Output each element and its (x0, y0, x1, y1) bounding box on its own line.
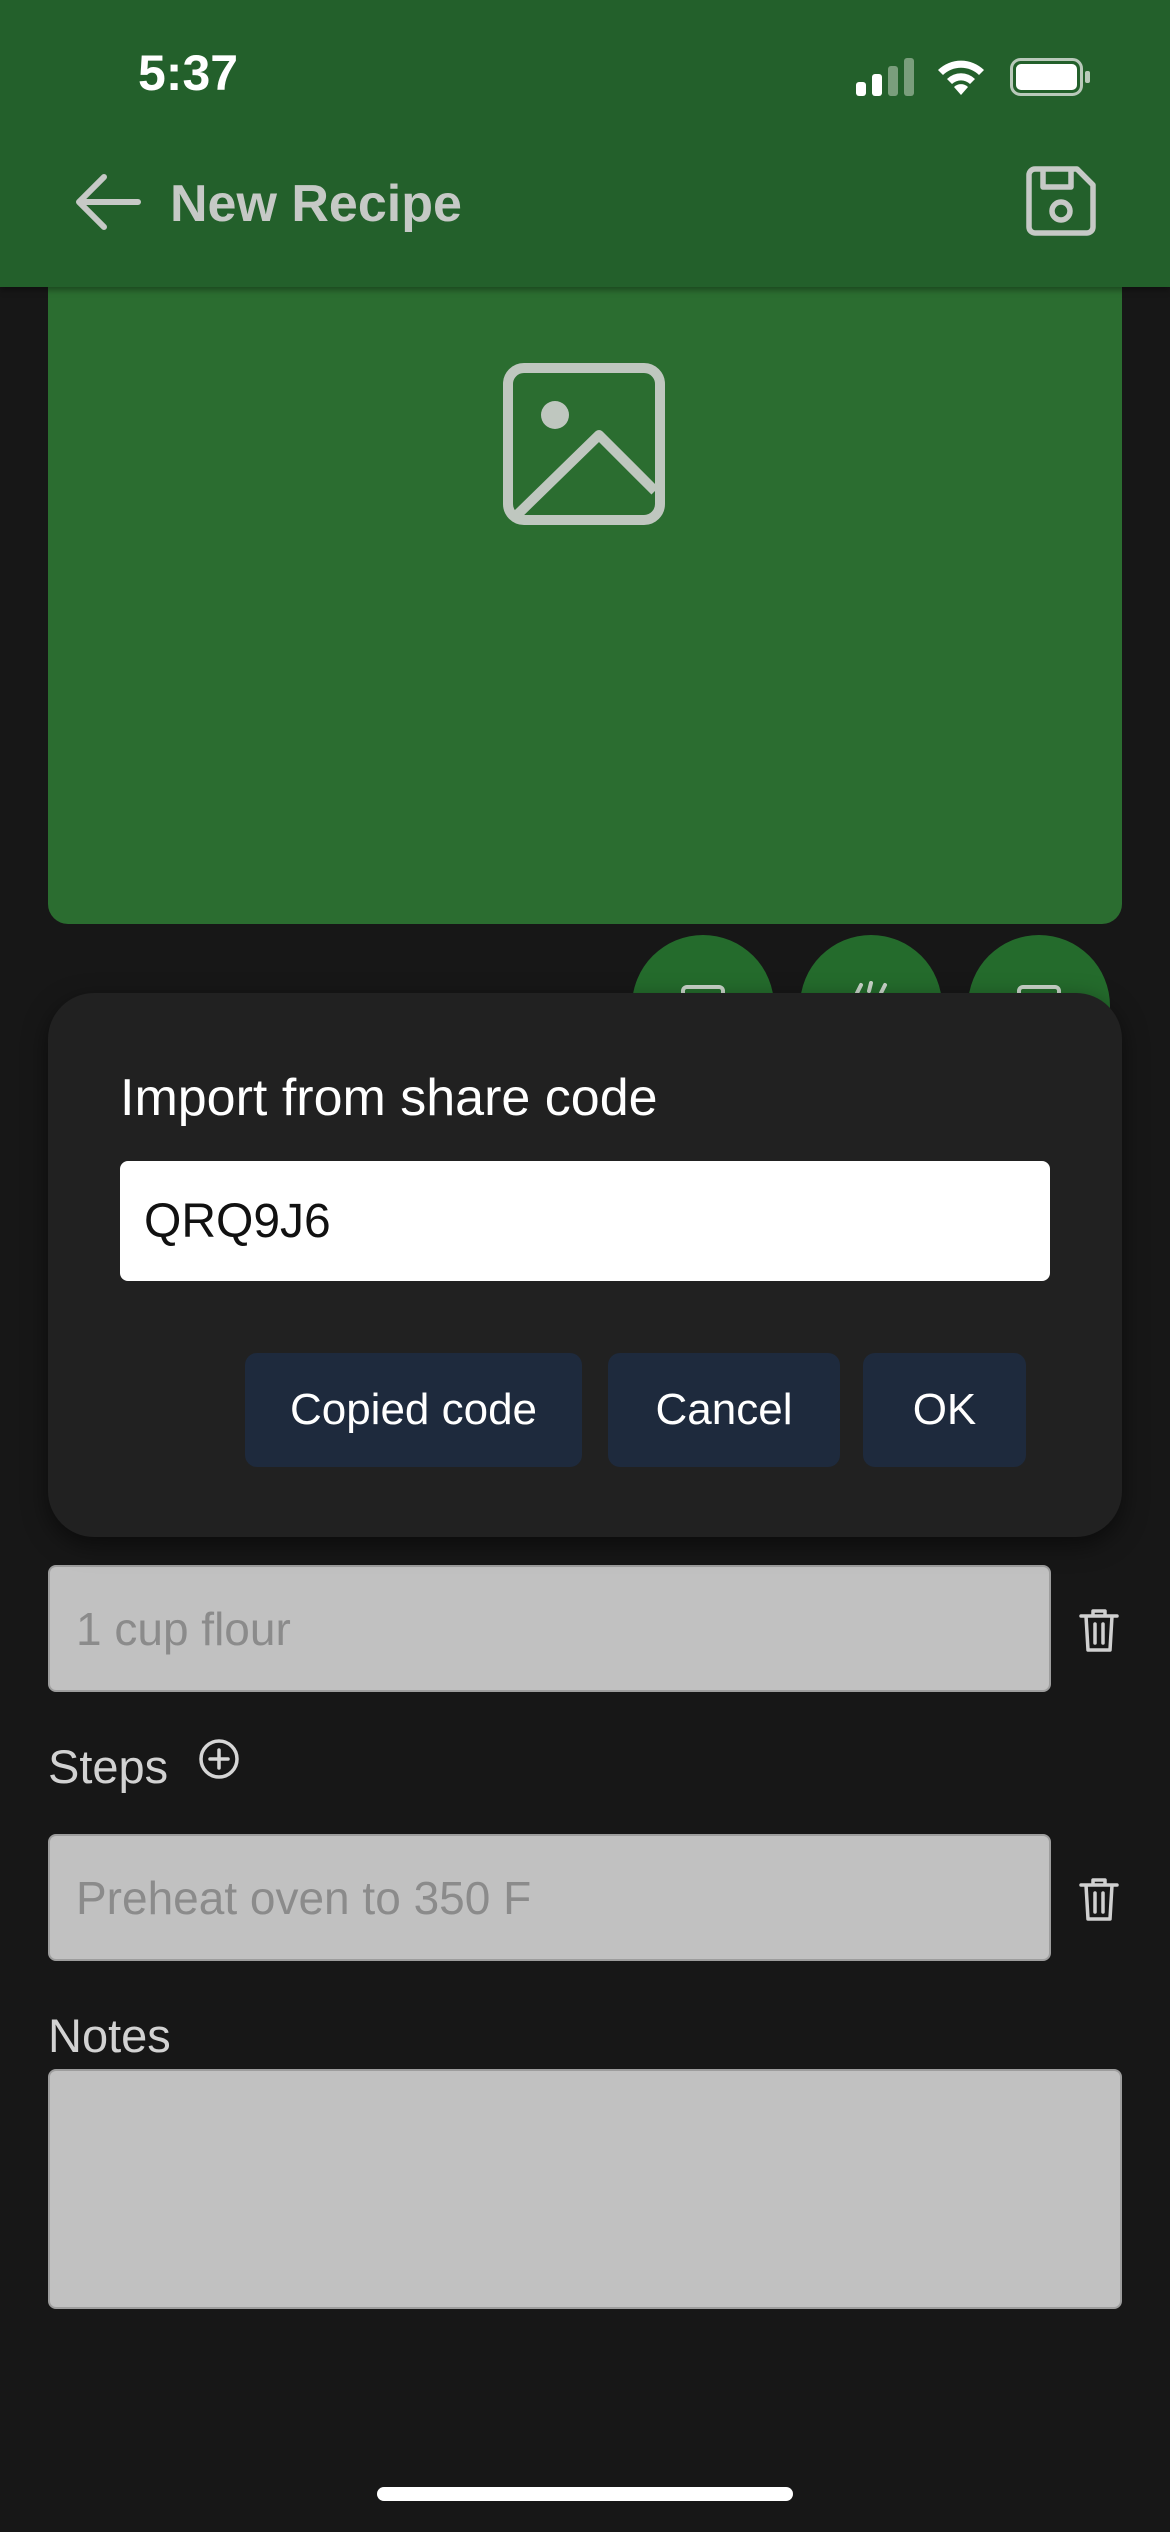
wifi-icon (938, 60, 984, 95)
status-time: 5:37 (138, 45, 239, 101)
trash-icon[interactable] (1077, 1606, 1121, 1654)
notes-label: Notes (48, 2009, 171, 2062)
steps-label: Steps (48, 1740, 169, 1793)
copied-code-button[interactable]: Copied code (245, 1353, 582, 1467)
ingredient-field[interactable]: 1 cup flour (48, 1565, 1051, 1692)
ok-button[interactable]: OK (863, 1353, 1026, 1467)
app-header: 5:37 New Recipe (0, 0, 1170, 287)
notes-field[interactable] (48, 2069, 1122, 2309)
page-title: New Recipe (170, 175, 462, 233)
dialog-title: Import from share code (120, 1069, 658, 1127)
share-code-input[interactable] (120, 1161, 1050, 1281)
step-placeholder: Preheat oven to 350 F (76, 1871, 532, 1924)
image-placeholder-icon (503, 363, 665, 525)
home-indicator (377, 2487, 793, 2501)
cellular-signal-icon (856, 58, 914, 96)
recipe-image-placeholder[interactable] (48, 240, 1122, 924)
add-circle-icon[interactable] (197, 1737, 241, 1781)
trash-icon[interactable] (1077, 1875, 1121, 1923)
save-icon[interactable] (1025, 165, 1097, 237)
import-dialog: Import from share code Copied code Cance… (48, 993, 1122, 1537)
battery-icon (1010, 58, 1090, 96)
step-field[interactable]: Preheat oven to 350 F (48, 1834, 1051, 1961)
cancel-button[interactable]: Cancel (608, 1353, 840, 1467)
arrow-left-icon[interactable] (70, 165, 144, 239)
ingredient-placeholder: 1 cup flour (76, 1602, 291, 1655)
